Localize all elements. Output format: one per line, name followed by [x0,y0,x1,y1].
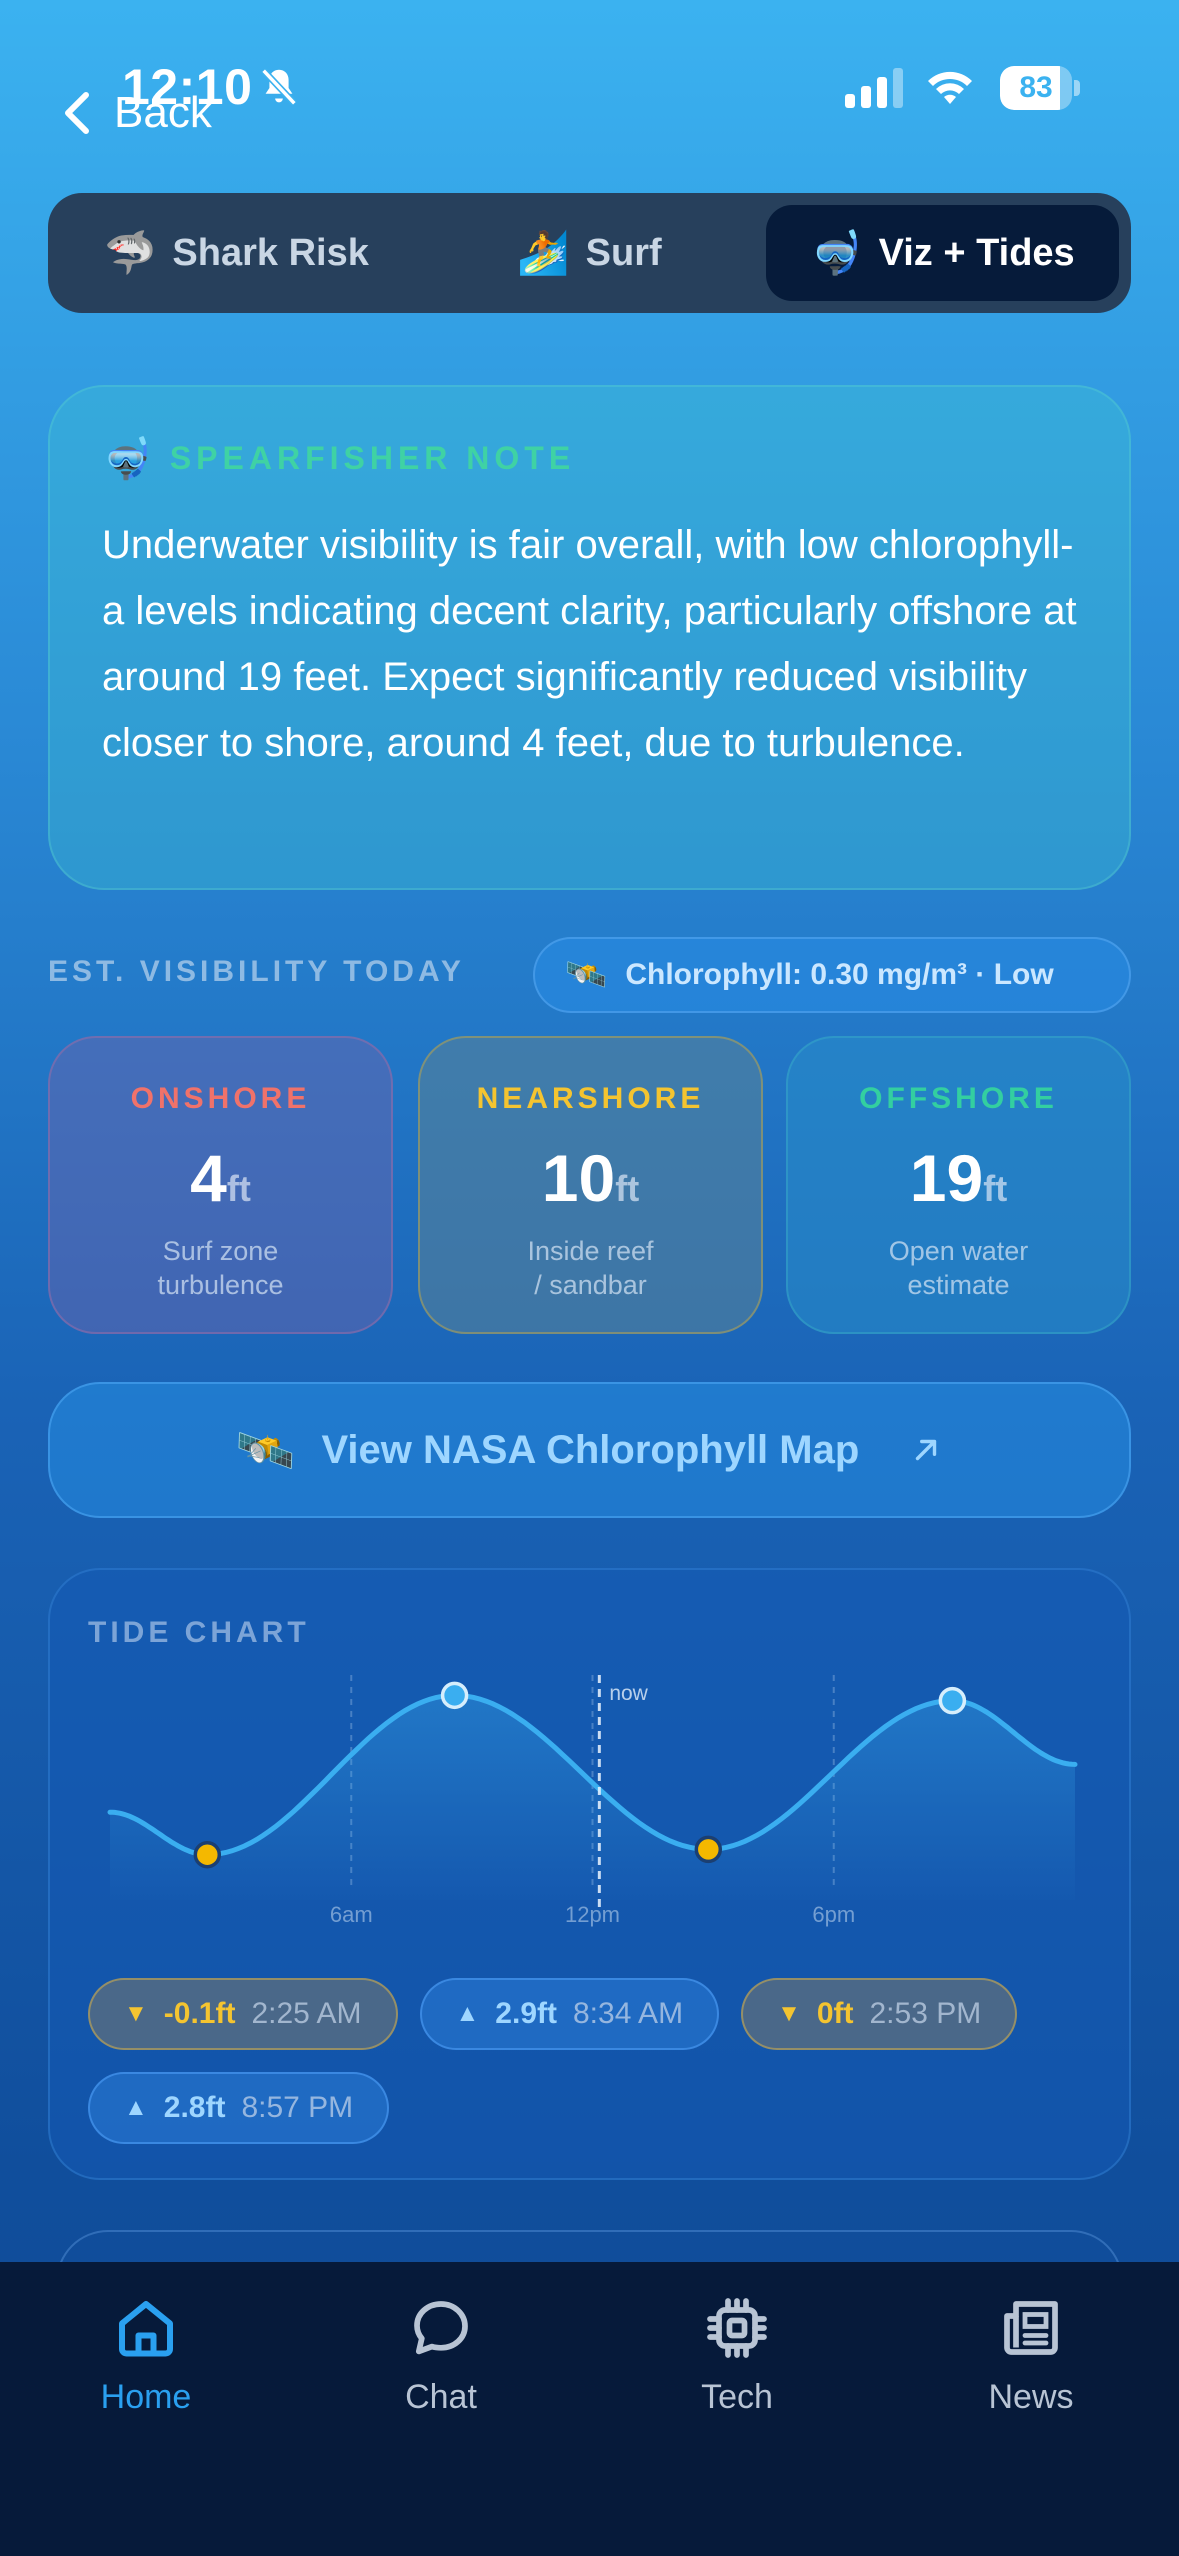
zone-description-line: turbulence [157,1270,284,1300]
status-bar: 12:10 83 [0,0,1179,170]
tide-height: -0.1ft [163,1997,236,2030]
tide-axis-label: 6am [330,1902,373,1927]
tab-shark-risk[interactable]: 🦈 Shark Risk [60,205,413,301]
spearfisher-note-card: 🤿 SPEARFISHER NOTE Underwater visibility… [48,385,1131,890]
nasa-chlorophyll-map-button[interactable]: 🛰️ View NASA Chlorophyll Map [48,1382,1131,1518]
tide-time: 8:34 AM [572,1997,684,2030]
note-body: Underwater visibility is fair overall, w… [102,523,1077,765]
low-tide-marker [694,1835,723,1864]
value-unit: ft [983,1168,1008,1209]
tide-chart-plot: now 6am 12pm 6pm [107,1675,1078,1927]
tide-time: 2:25 AM [251,1997,362,2030]
tide-extremes-list: ▼ -0.1ft 2:25 AM ▲ 2.9ft 8:34 AM ▼ 0ft 2… [88,1978,1098,2144]
high-tide-marker [938,1686,967,1715]
wifi-icon [928,71,972,104]
tide-chart-card: TIDE CHART now 6am 12pm 6pm ▼ -0.1ft 2:25 … [48,1568,1131,2180]
chlorophyll-badge: 🛰️ Chlorophyll: 0.30 mg/m³ · Low [533,937,1131,1013]
nav-label: Home [100,2378,192,2416]
diving-mask-icon: 🤿 [102,437,152,481]
visibility-value: 4ft [50,1140,391,1216]
tide-axis-label: 6pm [812,1902,855,1927]
zone-description: Inside reef / sandbar [420,1234,761,1302]
tide-arrow-icon: ▲ [455,2000,480,2027]
tide-arrow-icon: ▼ [777,2000,801,2027]
chlorophyll-text: Chlorophyll: 0.30 mg/m³ · Low [625,958,1054,991]
tide-extreme-pill: ▼ 0ft 2:53 PM [741,1978,1018,2050]
back-button[interactable]: Back [60,88,212,138]
nav-news[interactable]: News [931,2292,1131,2417]
visibility-value: 10ft [420,1140,761,1216]
surfer-icon: 🏄 [517,228,570,276]
tab-label: Surf [585,231,662,274]
nearshore-visibility-card: NEARSHORE 10ft Inside reef / sandbar [418,1036,763,1334]
offshore-visibility-card: OFFSHORE 19ft Open water estimate [786,1036,1131,1334]
tide-height: 0ft [816,1997,854,2030]
tide-time: 8:57 PM [241,2091,354,2124]
tab-label: Viz + Tides [878,231,1075,274]
visibility-label: EST. VISIBILITY TODAY [48,955,465,988]
bottom-navigation: Home Chat Tech News [0,2262,1179,2556]
battery-indicator: 83 [1000,66,1080,110]
zone-description-line: estimate [907,1270,1010,1300]
chip-icon [707,2298,767,2358]
note-title: SPEARFISHER NOTE [169,440,576,476]
bell-muted-icon [261,68,297,106]
zone-label: NEARSHORE [476,1082,705,1115]
note-header: 🤿 SPEARFISHER NOTE [102,435,1077,482]
value-unit: ft [226,1168,251,1209]
shark-icon: 🦈 [104,228,157,276]
tide-axis-label: 12pm [565,1902,620,1927]
tide-extreme-pill: ▼ -0.1ft 2:25 AM [88,1978,398,2050]
satellite-icon: 🛰️ [235,1424,296,1478]
nav-label: News [988,2378,1074,2416]
value-unit: ft [615,1168,640,1209]
news-icon [1004,2301,1058,2355]
external-arrow-icon [916,1439,937,1461]
nav-tech[interactable]: Tech [637,2292,837,2417]
tide-extreme-pill: ▲ 2.9ft 8:34 AM [419,1978,720,2050]
tide-height: 2.8ft [163,2091,226,2124]
tide-height: 2.9ft [495,1997,557,2030]
nav-home[interactable]: Home [46,2292,246,2417]
tab-label: Shark Risk [172,231,369,274]
tide-extreme-pill: ▲ 2.8ft 8:57 PM [88,2072,390,2144]
zone-description-line: / sandbar [534,1270,647,1300]
diving-mask-icon: 🤿 [810,228,863,276]
zone-description-line: Open water [888,1236,1029,1266]
low-tide-marker [193,1840,222,1869]
satellite-icon: 🛰️ [565,956,608,994]
value-number: 4 [190,1141,227,1215]
back-label: Back [114,88,212,137]
onshore-visibility-card: ONSHORE 4ft Surf zone turbulence [48,1036,393,1334]
nav-label: Tech [701,2378,773,2416]
nav-chat[interactable]: Chat [341,2292,541,2417]
nav-label: Chat [405,2378,477,2416]
nasa-button-label: View NASA Chlorophyll Map [321,1427,860,1472]
cellular-signal-icon [845,68,903,108]
tab-surf[interactable]: 🏄 Surf [413,205,766,301]
tide-chart-title: TIDE CHART [88,1616,310,1649]
tide-arrow-icon: ▼ [124,2000,148,2027]
tab-viz-tides[interactable]: 🤿 Viz + Tides [766,205,1119,301]
zone-description: Open water estimate [788,1234,1129,1302]
zone-description-line: Surf zone [162,1236,279,1266]
high-tide-marker [440,1681,469,1710]
chat-icon [414,2301,468,2355]
battery-body: 83 [1000,66,1072,110]
value-number: 10 [541,1141,616,1215]
zone-description-line: Inside reef [527,1236,654,1266]
visibility-value: 19ft [788,1140,1129,1216]
chevron-left-icon [65,92,89,134]
value-number: 19 [909,1141,984,1215]
tab-bar: 🦈 Shark Risk 🏄 Surf 🤿 Viz + Tides [48,193,1131,313]
zone-label: OFFSHORE [859,1082,1058,1115]
now-label: now [609,1682,648,1705]
tide-time: 2:53 PM [869,1997,982,2030]
zone-description: Surf zone turbulence [50,1234,391,1302]
battery-percent: 83 [1019,71,1053,104]
zone-label: ONSHORE [130,1082,311,1115]
tide-arrow-icon: ▲ [124,2094,148,2121]
battery-cap [1074,80,1080,96]
home-icon [119,2301,173,2357]
